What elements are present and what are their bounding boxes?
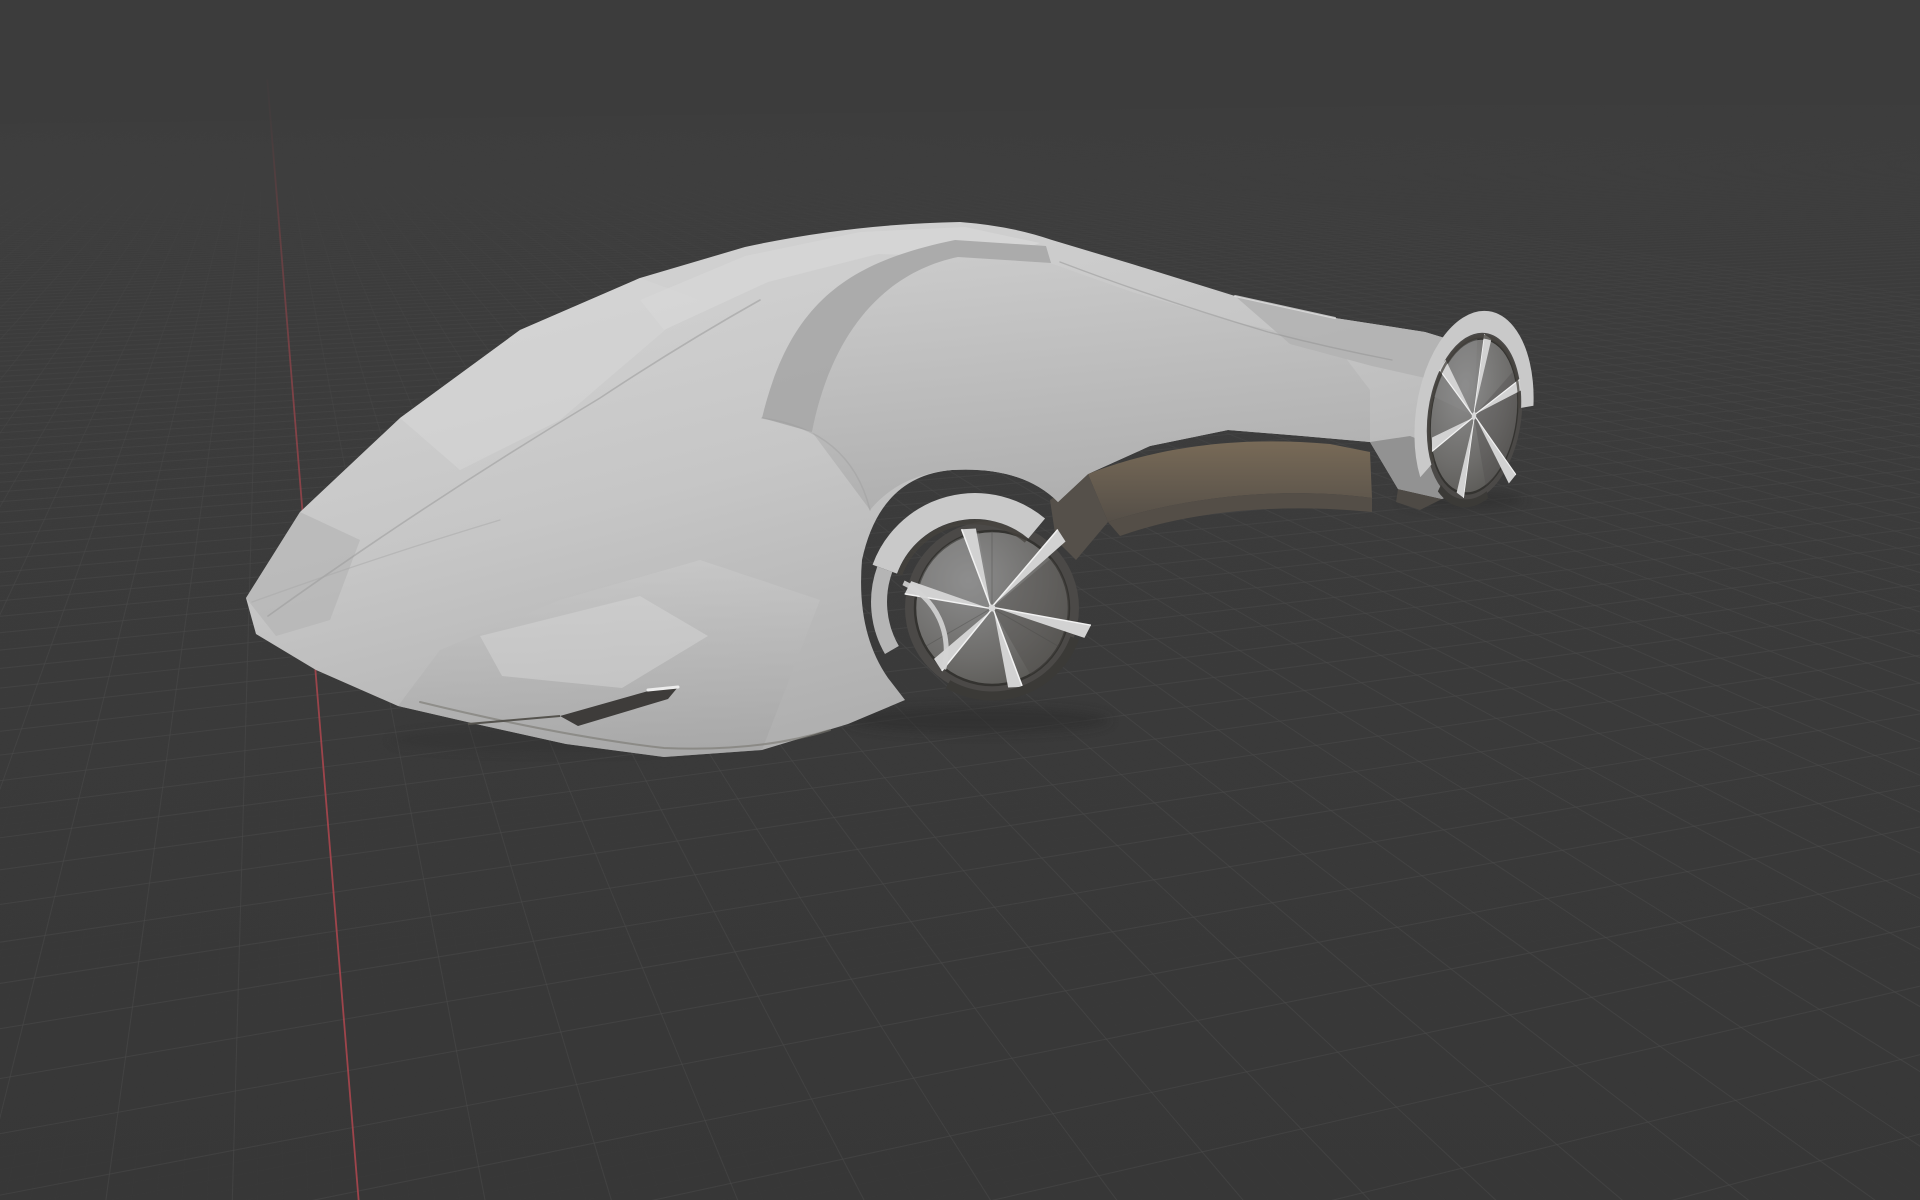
viewport-3d[interactable] — [0, 0, 1920, 1200]
